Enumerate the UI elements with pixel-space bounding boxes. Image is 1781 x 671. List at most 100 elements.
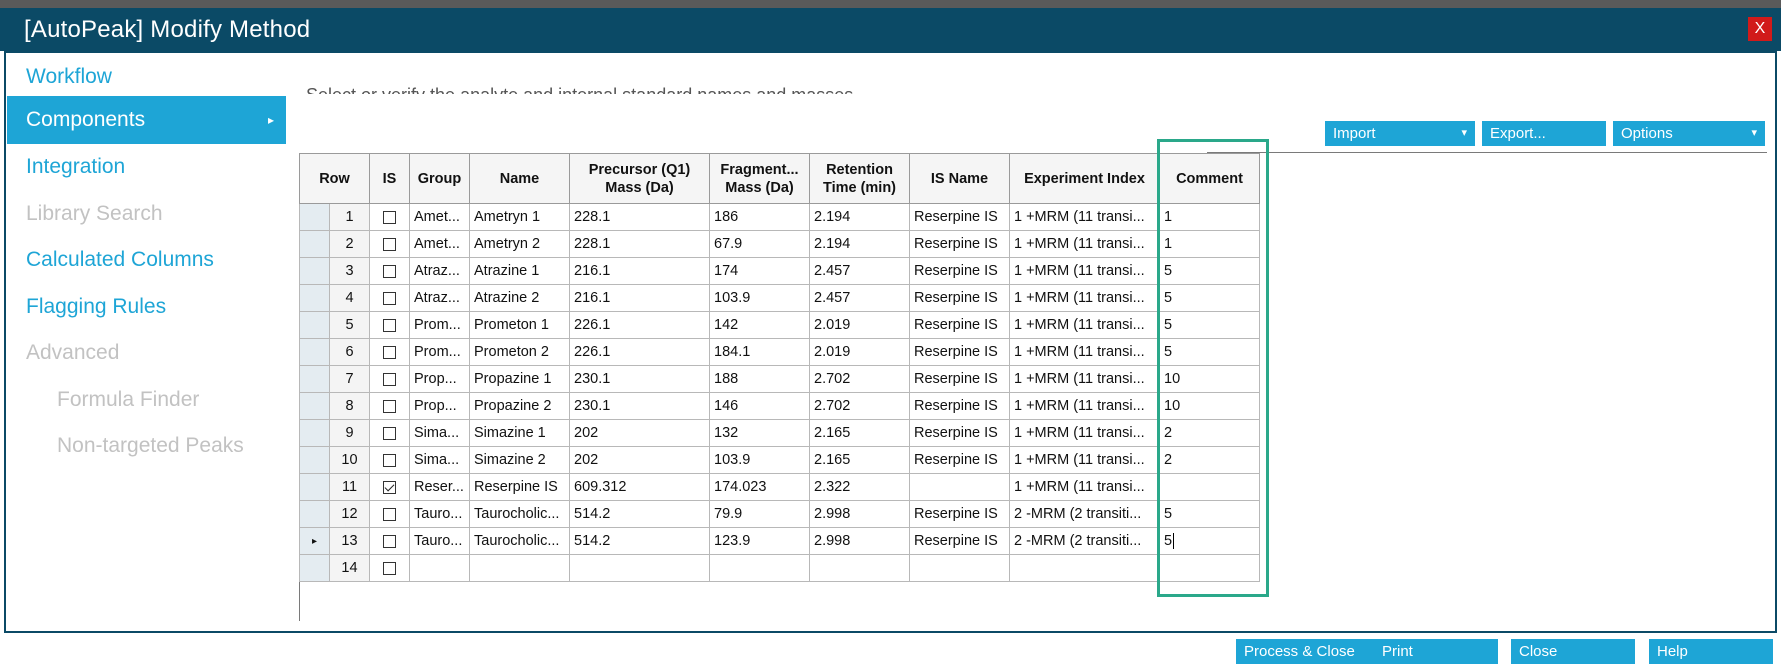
cell-comment[interactable]: 5 — [1159, 311, 1260, 339]
table-row[interactable]: ▸ 13 Tauro... Taurocholic... 514.2 123.9 2.998… — [299, 527, 1260, 555]
is-checkbox[interactable] — [383, 372, 396, 386]
cell-group[interactable]: Reser... — [409, 473, 470, 501]
row-selector[interactable] — [299, 473, 330, 501]
table-row[interactable]: 1 Amet... Ametryn 1 228.1 186 2.194 Reserpine … — [299, 203, 1260, 231]
cell-experiment-index[interactable]: 1 +MRM (11 transi... — [1009, 392, 1160, 420]
cell-fragment-mass[interactable]: 174.023 — [709, 473, 810, 501]
cell-precursor-mass[interactable]: 202 — [569, 446, 710, 474]
cell-comment[interactable]: 5 — [1159, 527, 1260, 555]
row-selector[interactable] — [299, 500, 330, 528]
cell-name[interactable]: Simazine 2 — [469, 446, 570, 474]
cell-name[interactable]: Taurocholic... — [469, 500, 570, 528]
is-checkbox[interactable] — [383, 453, 396, 467]
cell-precursor-mass[interactable]: 228.1 — [569, 203, 710, 231]
cell-comment[interactable]: 1 — [1159, 230, 1260, 258]
cell-group[interactable] — [409, 554, 470, 582]
table-row[interactable]: 10 Sima... Simazine 2 202 103.9 2.165 Reserpin… — [299, 446, 1260, 474]
cell-fragment-mass[interactable]: 186 — [709, 203, 810, 231]
cell-retention-time[interactable]: 2.322 — [809, 473, 910, 501]
cell-group[interactable]: Atraz... — [409, 257, 470, 285]
cell-fragment-mass[interactable]: 146 — [709, 392, 810, 420]
cell-group[interactable]: Amet... — [409, 203, 470, 231]
table-row[interactable]: 6 Prom... Prometon 2 226.1 184.1 2.019 Reserpi… — [299, 338, 1260, 366]
cell-name[interactable]: Atrazine 1 — [469, 257, 570, 285]
table-row[interactable]: 9 Sima... Simazine 1 202 132 2.165 Reserpine I… — [299, 419, 1260, 447]
nav-item-calculated-columns[interactable]: Calculated Columns — [7, 236, 286, 284]
cell-experiment-index[interactable]: 1 +MRM (11 transi... — [1009, 257, 1160, 285]
nav-item-flagging-rules[interactable]: Flagging Rules — [7, 283, 286, 331]
row-selector[interactable] — [299, 446, 330, 474]
cell-precursor-mass[interactable] — [569, 554, 710, 582]
cell-retention-time[interactable]: 2.457 — [809, 284, 910, 312]
cell-experiment-index[interactable]: 1 +MRM (11 transi... — [1009, 338, 1160, 366]
close-button[interactable]: Close — [1511, 639, 1635, 664]
cell-name[interactable]: Taurocholic... — [469, 527, 570, 555]
cell-retention-time[interactable]: 2.457 — [809, 257, 910, 285]
is-checkbox[interactable] — [383, 345, 396, 359]
cell-group[interactable]: Tauro... — [409, 500, 470, 528]
cell-is-name[interactable]: Reserpine IS — [909, 419, 1010, 447]
column-header-fragment[interactable]: Fragment... Mass (Da) — [709, 153, 810, 204]
export-button[interactable]: Export... — [1482, 121, 1606, 146]
column-header-row[interactable]: Row — [299, 153, 370, 204]
cell-precursor-mass[interactable]: 226.1 — [569, 311, 710, 339]
cell-is-name[interactable] — [909, 473, 1010, 501]
column-header-retention-time[interactable]: Retention Time (min) — [809, 153, 910, 204]
cell-retention-time[interactable]: 2.702 — [809, 365, 910, 393]
cell-group[interactable]: Prom... — [409, 311, 470, 339]
cell-is-name[interactable]: Reserpine IS — [909, 284, 1010, 312]
cell-comment[interactable] — [1159, 554, 1260, 582]
cell-comment[interactable]: 5 — [1159, 500, 1260, 528]
close-window-button[interactable]: X — [1748, 17, 1772, 41]
cell-fragment-mass[interactable]: 142 — [709, 311, 810, 339]
cell-fragment-mass[interactable]: 174 — [709, 257, 810, 285]
row-selector[interactable] — [299, 284, 330, 312]
cell-retention-time[interactable]: 2.998 — [809, 500, 910, 528]
column-header-group[interactable]: Group — [409, 153, 470, 204]
cell-precursor-mass[interactable]: 226.1 — [569, 338, 710, 366]
cell-retention-time[interactable]: 2.019 — [809, 311, 910, 339]
row-selector[interactable] — [299, 230, 330, 258]
cell-is-name[interactable]: Reserpine IS — [909, 446, 1010, 474]
cell-group[interactable]: Prop... — [409, 392, 470, 420]
cell-group[interactable]: Sima... — [409, 446, 470, 474]
cell-comment[interactable]: 2 — [1159, 446, 1260, 474]
column-header-is-name[interactable]: IS Name — [909, 153, 1010, 204]
cell-comment[interactable]: 5 — [1159, 284, 1260, 312]
is-checkbox[interactable] — [383, 210, 396, 224]
cell-retention-time[interactable] — [809, 554, 910, 582]
cell-retention-time[interactable]: 2.019 — [809, 338, 910, 366]
cell-name[interactable]: Atrazine 2 — [469, 284, 570, 312]
cell-name[interactable]: Prometon 1 — [469, 311, 570, 339]
is-checkbox[interactable] — [383, 237, 396, 251]
column-header-experiment-index[interactable]: Experiment Index — [1009, 153, 1160, 204]
cell-is-name[interactable]: Reserpine IS — [909, 311, 1010, 339]
is-checkbox[interactable] — [383, 291, 396, 305]
cell-experiment-index[interactable]: 1 +MRM (11 transi... — [1009, 446, 1160, 474]
cell-is-name[interactable]: Reserpine IS — [909, 338, 1010, 366]
cell-fragment-mass[interactable]: 103.9 — [709, 284, 810, 312]
is-checkbox[interactable] — [383, 318, 396, 332]
cell-comment[interactable]: 10 — [1159, 365, 1260, 393]
cell-comment[interactable]: 2 — [1159, 419, 1260, 447]
cell-comment[interactable]: 10 — [1159, 392, 1260, 420]
process-close-button[interactable]: Process & Close — [1236, 639, 1392, 664]
help-button[interactable]: Help — [1649, 639, 1773, 664]
cell-fragment-mass[interactable]: 132 — [709, 419, 810, 447]
row-selector[interactable] — [299, 257, 330, 285]
cell-precursor-mass[interactable]: 216.1 — [569, 257, 710, 285]
cell-is-name[interactable]: Reserpine IS — [909, 203, 1010, 231]
row-selector[interactable] — [299, 554, 330, 582]
is-checkbox[interactable] — [383, 399, 396, 413]
cell-retention-time[interactable]: 2.165 — [809, 446, 910, 474]
row-selector[interactable] — [299, 419, 330, 447]
cell-is-name[interactable]: Reserpine IS — [909, 257, 1010, 285]
cell-name[interactable]: Ametryn 1 — [469, 203, 570, 231]
cell-precursor-mass[interactable]: 609.312 — [569, 473, 710, 501]
cell-group[interactable]: Amet... — [409, 230, 470, 258]
is-checkbox[interactable] — [383, 426, 396, 440]
row-selector[interactable] — [299, 203, 330, 231]
table-row[interactable]: 12 Tauro... Taurocholic... 514.2 79.9 2.998 Re… — [299, 500, 1260, 528]
column-header-comment[interactable]: Comment — [1159, 153, 1260, 204]
nav-item-workflow[interactable]: Workflow — [7, 53, 286, 101]
